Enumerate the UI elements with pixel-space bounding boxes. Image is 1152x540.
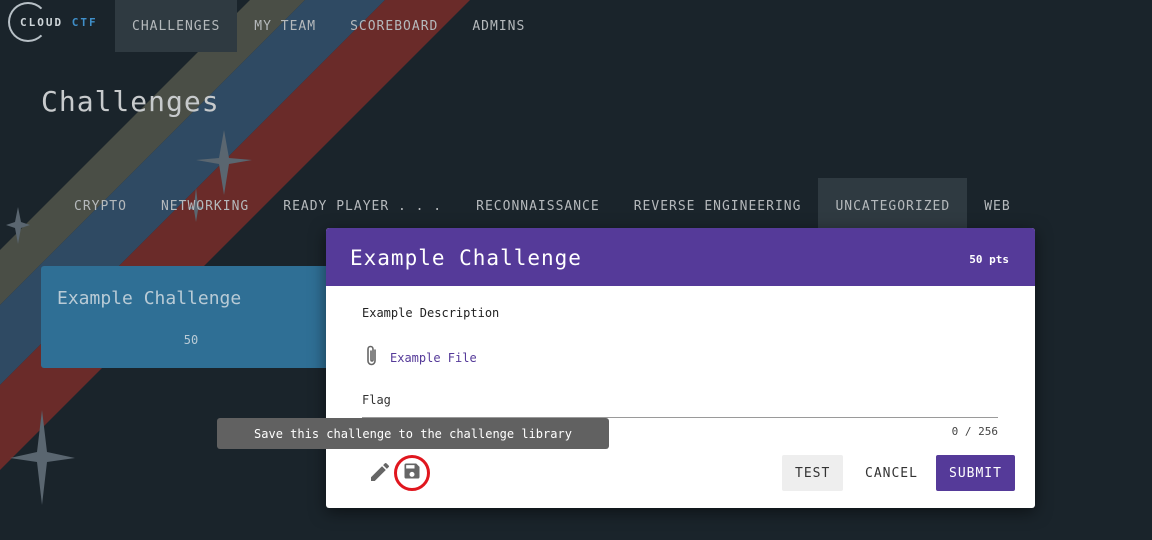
page-title: Challenges bbox=[41, 85, 220, 118]
flag-input[interactable] bbox=[362, 388, 998, 418]
paperclip-icon bbox=[364, 344, 380, 372]
tab-crypto[interactable]: CRYPTO bbox=[57, 178, 144, 234]
top-navbar: CLOUD CTF CHALLENGES MY TEAM SCOREBOARD … bbox=[0, 0, 1152, 52]
challenge-modal: Example Challenge 50 pts Example Descrip… bbox=[326, 228, 1035, 508]
logo-text-cloud: CLOUD bbox=[20, 16, 64, 29]
floppy-disk-icon bbox=[402, 461, 422, 485]
nav-item-challenges[interactable]: CHALLENGES bbox=[115, 0, 238, 52]
flag-char-counter: 0 / 256 bbox=[951, 425, 998, 438]
nav-item-admins[interactable]: ADMINS bbox=[455, 0, 542, 52]
file-link[interactable]: Example File bbox=[390, 351, 477, 365]
category-tabs: CRYPTO NETWORKING READY PLAYER . . . REC… bbox=[57, 178, 1028, 234]
pencil-icon[interactable] bbox=[368, 460, 392, 484]
tab-uncategorized[interactable]: UNCATEGORIZED bbox=[818, 178, 968, 234]
modal-points: 50 pts bbox=[969, 253, 1009, 266]
save-to-library-button[interactable] bbox=[394, 455, 430, 491]
nav-item-my-team[interactable]: MY TEAM bbox=[237, 0, 333, 52]
logo-text: CLOUD CTF bbox=[20, 16, 98, 29]
tab-web[interactable]: WEB bbox=[967, 178, 1027, 234]
challenge-card-title: Example Challenge bbox=[57, 288, 242, 309]
nav-item-scoreboard[interactable]: SCOREBOARD bbox=[333, 0, 455, 52]
modal-title: Example Challenge bbox=[350, 246, 582, 270]
logo-text-ctf: CTF bbox=[71, 16, 98, 29]
modal-header: Example Challenge 50 pts bbox=[326, 228, 1035, 286]
challenge-card-points: 50 bbox=[183, 333, 199, 347]
cloud-ctf-logo[interactable]: CLOUD CTF bbox=[6, 0, 106, 46]
save-tooltip: Save this challenge to the challenge lib… bbox=[217, 418, 609, 449]
nav-menu: CHALLENGES MY TEAM SCOREBOARD ADMINS bbox=[115, 0, 542, 52]
file-attachment[interactable]: Example File bbox=[364, 344, 477, 372]
tab-ready-player[interactable]: READY PLAYER . . . bbox=[266, 178, 459, 234]
tab-networking[interactable]: NETWORKING bbox=[144, 178, 266, 234]
submit-button[interactable]: SUBMIT bbox=[936, 455, 1015, 491]
cancel-button[interactable]: CANCEL bbox=[852, 455, 931, 491]
tab-reverse-engineering[interactable]: REVERSE ENGINEERING bbox=[617, 178, 819, 234]
test-button[interactable]: TEST bbox=[782, 455, 844, 491]
challenge-description: Example Description bbox=[362, 306, 500, 320]
challenge-card[interactable]: Example Challenge 50 bbox=[41, 266, 341, 368]
tab-reconnaissance[interactable]: RECONNAISSANCE bbox=[459, 178, 617, 234]
